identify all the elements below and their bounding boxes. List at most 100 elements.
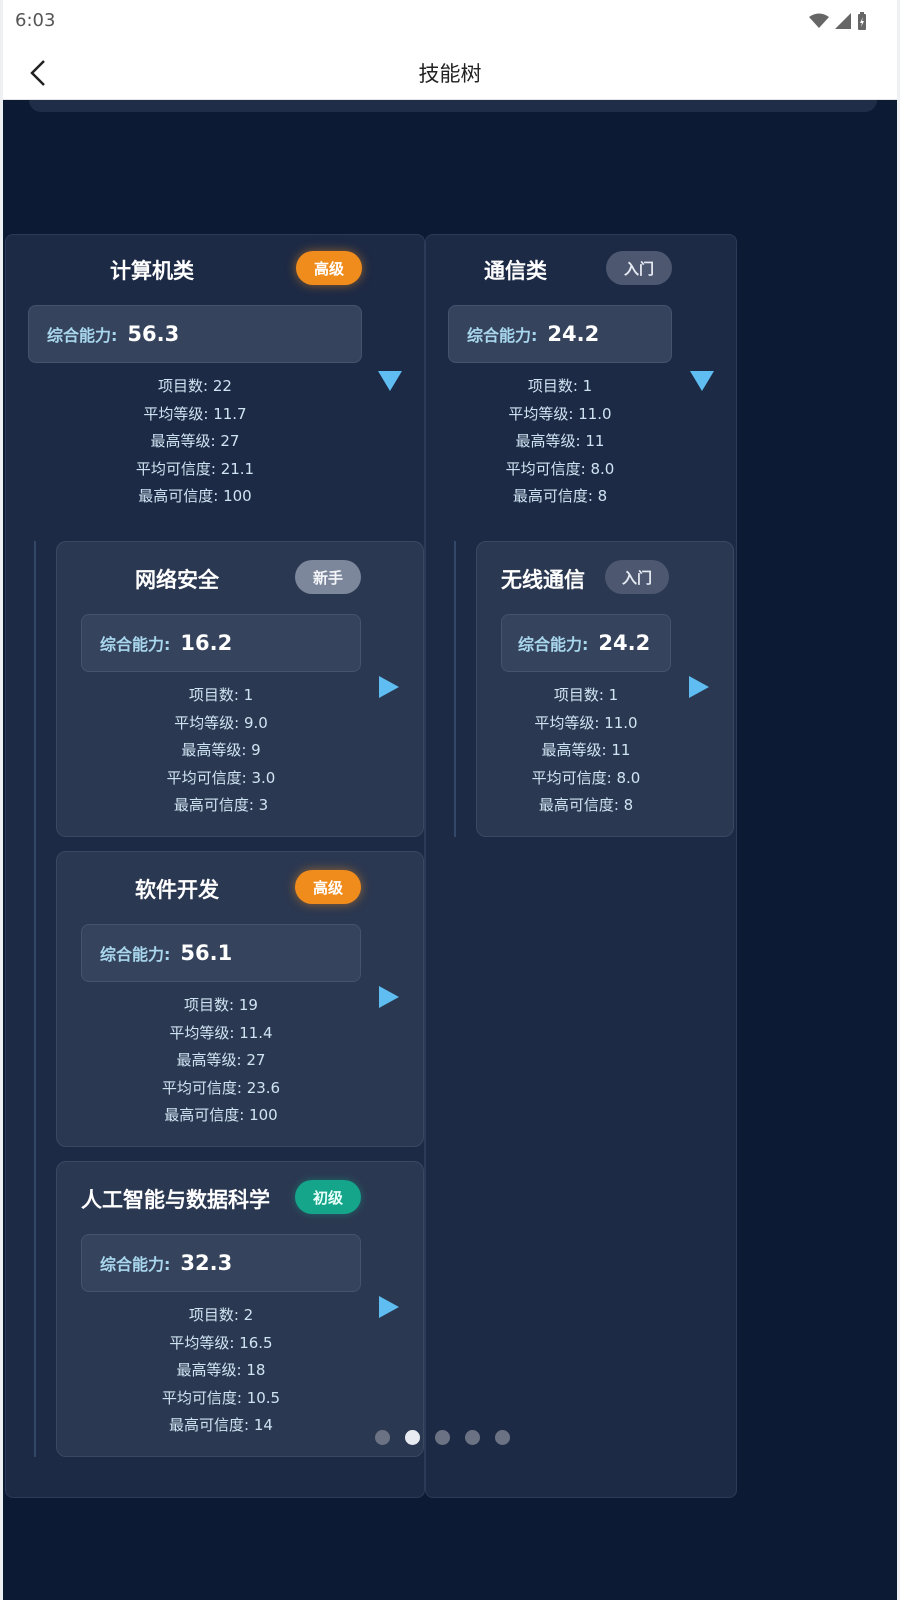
ability-label: 综合能力: bbox=[100, 945, 171, 964]
stats-list: 项目数: 19 平均等级: 11.4 最高等级: 27 平均可信度: 23.6 … bbox=[81, 992, 361, 1130]
ability-label: 综合能力: bbox=[467, 326, 538, 345]
status-icons bbox=[809, 12, 867, 30]
category-name: 通信类 bbox=[484, 259, 547, 283]
stats-list: 项目数: 1 平均等级: 11.0 最高等级: 11 平均可信度: 8.0 最高… bbox=[448, 373, 672, 511]
stat-avg-level: 平均等级: 11.4 bbox=[169, 1023, 273, 1042]
stats-list: 项目数: 2 平均等级: 16.5 最高等级: 18 平均可信度: 10.5 最… bbox=[81, 1302, 361, 1440]
level-badge: 初级 bbox=[295, 1180, 361, 1214]
skill-node-network-security[interactable]: 网络安全 新手 综合能力: 16.2 项目数: 1 平均等级: 9.0 最高等级… bbox=[56, 541, 424, 837]
skill-header: 软件开发 bbox=[135, 874, 219, 904]
page-indicator bbox=[375, 1430, 510, 1445]
top-panel-edge bbox=[29, 100, 877, 112]
stat-max-cred: 最高可信度: 14 bbox=[169, 1416, 273, 1434]
expand-arrow-icon[interactable] bbox=[379, 986, 399, 1008]
stats-list: 项目数: 1 平均等级: 9.0 最高等级: 9 平均可信度: 3.0 最高可信… bbox=[81, 682, 361, 820]
skill-name: 软件开发 bbox=[135, 878, 219, 902]
page-dot[interactable] bbox=[465, 1430, 480, 1445]
stats-list: 项目数: 22 平均等级: 11.7 最高等级: 27 平均可信度: 21.1 … bbox=[28, 373, 362, 511]
stat-max-level: 最高等级: 11 bbox=[515, 432, 605, 450]
page-dot[interactable] bbox=[375, 1430, 390, 1445]
stat-max-cred: 最高可信度: 100 bbox=[138, 487, 252, 505]
stat-avg-level: 平均等级: 11.0 bbox=[508, 404, 612, 423]
stat-projects: 项目数: 19 bbox=[184, 996, 258, 1014]
tree-connector-line bbox=[34, 541, 36, 1457]
skill-header: 网络安全 bbox=[135, 564, 219, 594]
stat-projects: 项目数: 22 bbox=[158, 377, 232, 395]
stat-avg-level: 平均等级: 16.5 bbox=[169, 1333, 273, 1352]
level-badge: 入门 bbox=[606, 251, 672, 285]
skill-header: 无线通信 bbox=[501, 564, 585, 594]
ability-box: 综合能力: 32.3 bbox=[81, 1234, 361, 1292]
ability-label: 综合能力: bbox=[100, 635, 171, 654]
page-dot[interactable] bbox=[435, 1430, 450, 1445]
level-badge: 新手 bbox=[295, 560, 361, 594]
page-dot-active[interactable] bbox=[405, 1430, 420, 1445]
expand-arrow-icon[interactable] bbox=[690, 371, 714, 391]
ability-value: 56.1 bbox=[180, 941, 233, 965]
skill-name: 无线通信 bbox=[501, 568, 585, 592]
expand-arrow-icon[interactable] bbox=[379, 676, 399, 698]
ability-value: 24.2 bbox=[547, 322, 600, 346]
ability-label: 综合能力: bbox=[47, 326, 118, 345]
ability-value: 16.2 bbox=[180, 631, 233, 655]
level-badge: 入门 bbox=[605, 560, 669, 594]
skill-name: 人工智能与数据科学 bbox=[81, 1188, 270, 1212]
stat-avg-level: 平均等级: 11.0 bbox=[534, 713, 638, 732]
signal-icon bbox=[835, 13, 851, 29]
ability-box: 综合能力: 56.3 bbox=[28, 305, 362, 363]
category-column-communication: 通信类 入门 综合能力: 24.2 项目数: 1 平均等级: 11.0 最高等级… bbox=[425, 234, 737, 1498]
stat-projects: 项目数: 1 bbox=[553, 686, 619, 704]
level-badge: 高级 bbox=[295, 870, 361, 904]
stat-max-level: 最高等级: 27 bbox=[150, 432, 240, 450]
page-dot[interactable] bbox=[495, 1430, 510, 1445]
stat-max-cred: 最高可信度: 3 bbox=[173, 796, 269, 814]
skill-node-ai-data-science[interactable]: 人工智能与数据科学 初级 综合能力: 32.3 项目数: 2 平均等级: 16.… bbox=[56, 1161, 424, 1457]
page-title: 技能树 bbox=[418, 62, 482, 86]
stat-projects: 项目数: 1 bbox=[188, 686, 254, 704]
stat-avg-level: 平均等级: 11.7 bbox=[143, 404, 247, 423]
stat-max-cred: 最高可信度: 100 bbox=[164, 1106, 278, 1124]
expand-arrow-icon[interactable] bbox=[689, 676, 709, 698]
ability-box: 综合能力: 24.2 bbox=[501, 614, 671, 672]
skill-name: 网络安全 bbox=[135, 568, 219, 592]
ability-label: 综合能力: bbox=[518, 635, 589, 654]
app-bar: 技能树 bbox=[3, 44, 897, 100]
ability-box: 综合能力: 56.1 bbox=[81, 924, 361, 982]
ability-label: 综合能力: bbox=[100, 1255, 171, 1274]
level-badge: 高级 bbox=[296, 251, 362, 285]
stat-max-level: 最高等级: 11 bbox=[541, 741, 631, 759]
skill-node-wireless[interactable]: 无线通信 入门 综合能力: 24.2 项目数: 1 平均等级: 11.0 最高等… bbox=[476, 541, 734, 837]
stat-projects: 项目数: 2 bbox=[188, 1306, 254, 1324]
category-column-computer: 计算机类 高级 综合能力: 56.3 项目数: 22 平均等级: 11.7 最高… bbox=[5, 234, 425, 1498]
skill-header: 人工智能与数据科学 bbox=[81, 1184, 270, 1214]
stat-max-cred: 最高可信度: 8 bbox=[538, 796, 634, 814]
category-header: 计算机类 bbox=[110, 255, 194, 285]
stat-max-level: 最高等级: 18 bbox=[176, 1361, 266, 1379]
stat-avg-cred: 平均可信度: 3.0 bbox=[166, 768, 276, 787]
stats-list: 项目数: 1 平均等级: 11.0 最高等级: 11 平均可信度: 8.0 最高… bbox=[501, 682, 671, 820]
stat-projects: 项目数: 1 bbox=[527, 377, 593, 395]
wifi-icon bbox=[809, 13, 829, 28]
ability-box: 综合能力: 24.2 bbox=[448, 305, 672, 363]
stat-max-cred: 最高可信度: 8 bbox=[512, 487, 608, 505]
phone-screen: 6:03 技能树 计算机类 高级 综合能力: 56.3 项目数: 22 平均等级… bbox=[3, 0, 897, 1600]
status-bar: 6:03 bbox=[3, 0, 897, 44]
category-header: 通信类 bbox=[484, 255, 547, 285]
tree-connector-line bbox=[454, 541, 456, 837]
stat-avg-level: 平均等级: 9.0 bbox=[174, 713, 268, 732]
ability-box: 综合能力: 16.2 bbox=[81, 614, 361, 672]
ability-value: 32.3 bbox=[180, 1251, 233, 1275]
stat-avg-cred: 平均可信度: 21.1 bbox=[135, 459, 255, 478]
stat-max-level: 最高等级: 27 bbox=[176, 1051, 266, 1069]
stat-avg-cred: 平均可信度: 23.6 bbox=[161, 1078, 281, 1097]
stat-avg-cred: 平均可信度: 10.5 bbox=[161, 1388, 281, 1407]
ability-value: 24.2 bbox=[598, 631, 651, 655]
stat-avg-cred: 平均可信度: 8.0 bbox=[505, 459, 615, 478]
stat-avg-cred: 平均可信度: 8.0 bbox=[531, 768, 641, 787]
skill-node-software-dev[interactable]: 软件开发 高级 综合能力: 56.1 项目数: 19 平均等级: 11.4 最高… bbox=[56, 851, 424, 1147]
expand-arrow-icon[interactable] bbox=[378, 371, 402, 391]
status-time: 6:03 bbox=[15, 10, 56, 31]
expand-arrow-icon[interactable] bbox=[379, 1296, 399, 1318]
battery-icon bbox=[858, 12, 866, 30]
category-name: 计算机类 bbox=[110, 259, 194, 283]
